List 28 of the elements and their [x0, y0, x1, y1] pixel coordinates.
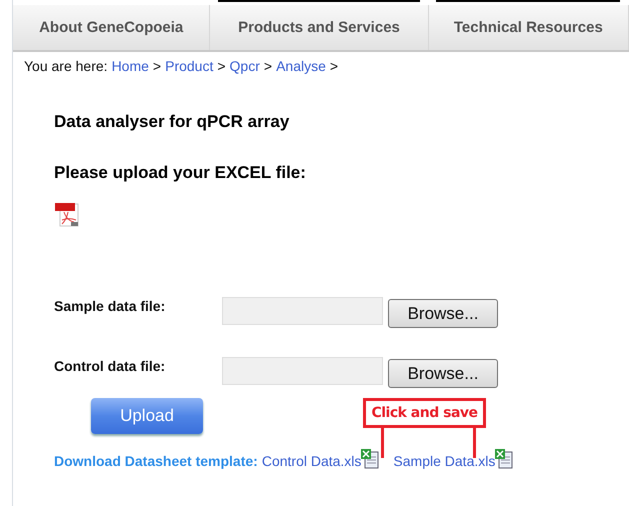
nav-tab[interactable]: Products and Services — [210, 5, 429, 50]
spreadsheet-icon — [495, 449, 514, 469]
file-path-field[interactable] — [222, 297, 383, 325]
file-link[interactable]: Control Data.xls — [262, 453, 362, 469]
browse-button[interactable]: Browse... — [388, 299, 498, 328]
breadcrumb-link[interactable]: Analyse — [276, 58, 326, 74]
breadcrumb-link[interactable]: Product — [165, 58, 214, 74]
browse-button[interactable]: Browse... — [388, 359, 498, 388]
field-label: Sample data file: — [54, 298, 166, 314]
breadcrumb-separator: > — [330, 58, 338, 74]
breadcrumb-label: You are here: — [24, 58, 108, 74]
field-label: Control data file: — [54, 358, 166, 374]
nav-tab[interactable]: About GeneCopoeia — [13, 5, 210, 50]
file-path-field[interactable] — [222, 357, 383, 385]
spreadsheet-icon — [361, 449, 380, 469]
callout-label: Click and save — [363, 398, 486, 428]
breadcrumb-separator: > — [217, 58, 226, 74]
breadcrumb-link[interactable]: Qpcr — [230, 58, 260, 74]
leader-line — [381, 428, 384, 458]
nav-tab[interactable]: Technical Resources — [428, 5, 629, 50]
file-link[interactable]: Sample Data.xls — [393, 453, 496, 469]
breadcrumb-link[interactable]: Home — [112, 58, 149, 74]
download-label: Download Datasheet template: — [54, 453, 258, 469]
upload-heading: Please upload your EXCEL file: — [54, 163, 307, 183]
upload-button[interactable]: Upload — [91, 398, 203, 434]
breadcrumb-separator: > — [152, 58, 162, 74]
breadcrumb-separator: > — [264, 58, 272, 74]
page-title: Data analyser for qPCR array — [54, 112, 290, 132]
